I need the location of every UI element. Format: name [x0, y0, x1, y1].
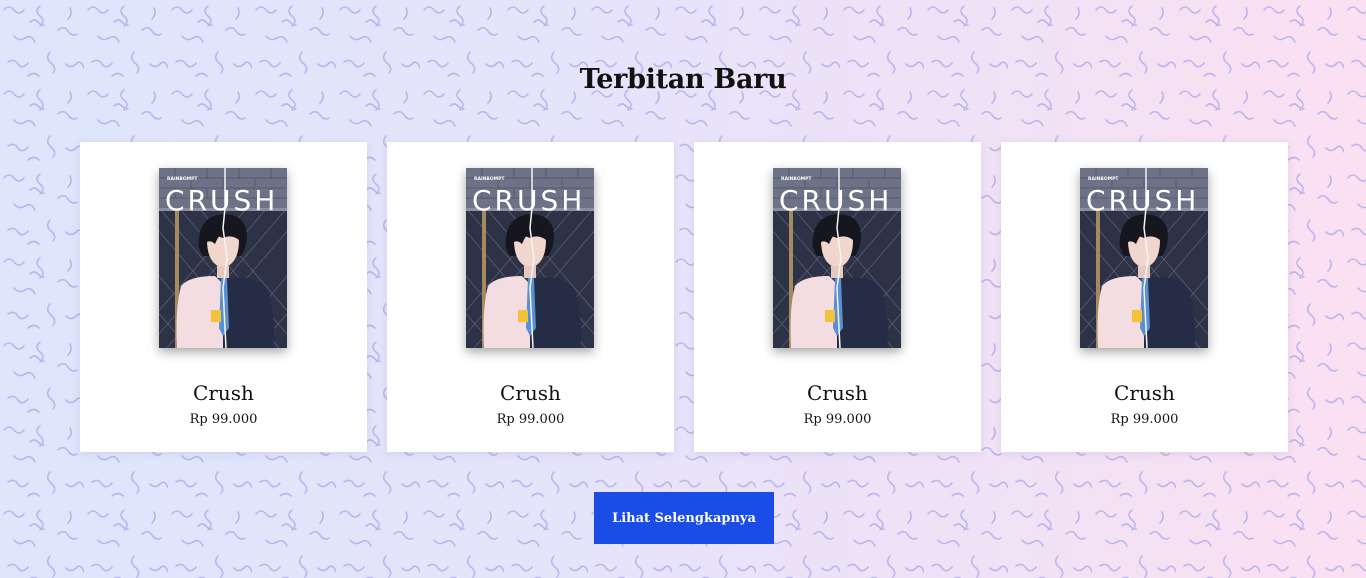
cover-title-text: CRUSH — [472, 184, 585, 217]
cover-author-text: RAINBOMPT — [1088, 176, 1119, 182]
book-card[interactable]: RAINBOMPT CRUSH Crush Rp 99.000 — [80, 142, 367, 452]
cover-title-text: CRUSH — [779, 184, 892, 217]
book-card[interactable]: RAINBOMPT CRUSH Crush Rp 99.000 — [387, 142, 674, 452]
cover-title-text: CRUSH — [165, 184, 278, 217]
book-card[interactable]: RAINBOMPT CRUSH Crush Rp 99.000 — [694, 142, 981, 452]
book-cover-image[interactable]: RAINBOMPT CRUSH — [773, 168, 901, 348]
book-card[interactable]: RAINBOMPT CRUSH Crush Rp 99.000 — [1001, 142, 1288, 452]
book-price: Rp 99.000 — [189, 412, 258, 427]
new-releases-section: Terbitan Baru RAINBOMPT CRUSH Crush Rp 9… — [0, 0, 1366, 578]
cover-author-text: RAINBOMPT — [781, 176, 812, 182]
book-title[interactable]: Crush — [80, 381, 367, 405]
book-title[interactable]: Crush — [1001, 381, 1288, 405]
book-cover-image[interactable]: RAINBOMPT CRUSH — [159, 168, 287, 348]
cover-author-text: RAINBOMPT — [167, 176, 198, 182]
book-price: Rp 99.000 — [803, 412, 872, 427]
cover-author-text: RAINBOMPT — [474, 176, 505, 182]
book-price: Rp 99.000 — [496, 412, 565, 427]
see-more-button[interactable]: Lihat Selengkapnya — [594, 492, 774, 544]
book-title[interactable]: Crush — [694, 381, 981, 405]
book-price: Rp 99.000 — [1110, 412, 1179, 427]
book-cover-image[interactable]: RAINBOMPT CRUSH — [1080, 168, 1208, 348]
book-title[interactable]: Crush — [387, 381, 674, 405]
section-title: Terbitan Baru — [579, 64, 787, 95]
cover-title-text: CRUSH — [1086, 184, 1199, 217]
book-cover-image[interactable]: RAINBOMPT CRUSH — [466, 168, 594, 348]
